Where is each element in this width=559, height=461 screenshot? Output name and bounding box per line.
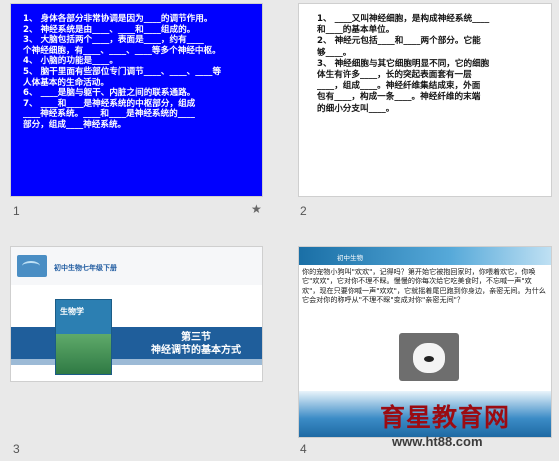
slide-number-1: 1 <box>13 204 20 218</box>
slide-text-line: 4、 小脑的功能是____。 <box>23 56 118 67</box>
grade-label: 初中生物七年级下册 <box>54 264 117 272</box>
slide-thumbnail-2[interactable]: 1、 ____又叫神经细胞，是构成神经系统____ 和____的基本单位。 2、 神… <box>299 4 551 196</box>
slide-text-line: 个神经细胞，有____、____、____等多个神经中枢。 <box>23 45 221 56</box>
slide-number-4: 4 <box>300 442 307 456</box>
slide-text-line: 3、 神经细胞与其它细胞明显不同，它的细胞 <box>317 58 490 69</box>
watermark-logo: 育星教育网 <box>380 403 511 432</box>
slide-text-line: 够____。 <box>317 47 352 58</box>
puppy-photo <box>399 333 459 381</box>
slide-text-line: ____，组成____。神经纤维集结成束，外面 <box>317 81 481 92</box>
slide-4-body-text: 你的宠物小狗叫"欢欢"，记得吗？第开始它被抱回家时，你喂着欢它，你唤它"欢欢"，… <box>302 267 546 305</box>
slide-text-line: 体生有许多____，长的突起表面套有一层 <box>317 70 472 81</box>
slide-1-text: 1、 身体各部分非常协调是因为____的调节作用。 2、 神经系统是由____、_… <box>23 14 254 131</box>
slide-number-2: 2 <box>300 204 307 218</box>
slide-4-header: 初中生物 <box>299 247 551 265</box>
book-landscape <box>56 334 111 374</box>
book-title: 生物学 <box>60 307 84 316</box>
slide-text-line: 人体基本的生命活动。 <box>23 77 109 88</box>
section-label: 第三节 <box>181 332 211 343</box>
slide-thumbnail-3[interactable]: 初中生物七年级下册 生物学 第三节 神经调节的基本方式 <box>11 247 262 381</box>
textbook-logo-icon <box>17 255 47 277</box>
section-title: 神经调节的基本方式 <box>151 345 241 356</box>
slide-text-line: 和____的基本单位。 <box>317 25 395 36</box>
slide-thumbnail-1[interactable]: 1、 身体各部分非常协调是因为____的调节作用。 2、 神经系统是由____、_… <box>11 4 262 196</box>
slide-text-line: 包有____，构成一条____。神经纤维的末端 <box>317 92 481 103</box>
slide-number-3: 3 <box>13 442 20 456</box>
slide-text-line: 部分，组成____神经系统。 <box>23 119 127 130</box>
textbook-cover: 生物学 <box>55 299 112 375</box>
slide-text-line: 5、 脑干里面有些部位专门调节____、____、____等 <box>23 66 222 77</box>
slide-text-line: 6、 ____是脑与躯干、内脏之间的联系通路。 <box>23 88 196 99</box>
slide-text-line: 1、 身体各部分非常协调是因为____的调节作用。 <box>23 14 213 24</box>
slide-text-line: 7、 ____和____是神经系统的中枢部分，组成 <box>23 98 196 109</box>
slide-text-line: 1、 ____又叫神经细胞，是构成神经系统____ <box>317 14 490 24</box>
slide-2-text: 1、 ____又叫神经细胞，是构成神经系统____ 和____的基本单位。 2、 神… <box>317 14 543 115</box>
slide-3-top-band <box>11 247 262 285</box>
slide-text-line: ____神经系统。____和____是神经系统的____ <box>23 109 195 120</box>
slide-3-title: 第三节 神经调节的基本方式 <box>131 331 261 357</box>
slide-4-header-text: 初中生物 <box>337 254 363 262</box>
star-icon[interactable]: ★ <box>251 202 262 216</box>
slide-text-line: 3、 大脑包括两个____，表面是____，约有____ <box>23 35 204 46</box>
slide-3-light-band <box>11 359 262 365</box>
slide-text-line: 2、 神经系统是由____、____和____组成的。 <box>23 24 196 35</box>
slide-text-line: 的细小分支叫____。 <box>317 103 395 114</box>
watermark-url: www.ht88.com <box>392 434 483 449</box>
slide-text-line: 2、 神经元包括____和____两个部分。它能 <box>317 36 481 47</box>
